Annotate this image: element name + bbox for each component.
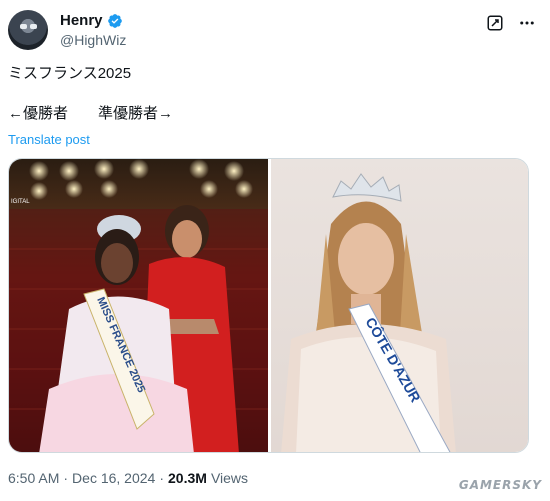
photo-winner[interactable]: MISS FRANCE 2025 IGITAL bbox=[9, 159, 268, 452]
meta-separator: · bbox=[63, 470, 69, 486]
avatar[interactable] bbox=[8, 10, 48, 50]
site-watermark: GAMERSKY bbox=[458, 478, 542, 492]
views-count: 20.3M bbox=[168, 470, 207, 486]
tweet-line-caption: ←優勝者 準優勝者→ bbox=[8, 105, 174, 122]
header-actions bbox=[486, 14, 536, 32]
translate-post-link[interactable]: Translate post bbox=[8, 132, 90, 147]
media-grid: MISS FRANCE 2025 IGITAL CÔTE D'AZUR bbox=[8, 158, 529, 453]
handle[interactable]: @HighWiz bbox=[60, 32, 126, 48]
runner-up-photo-illustration: CÔTE D'AZUR bbox=[281, 173, 456, 452]
verified-badge-icon bbox=[107, 13, 122, 28]
photo-runner-up[interactable]: CÔTE D'AZUR bbox=[271, 159, 528, 452]
grok-icon[interactable] bbox=[486, 14, 504, 32]
meta-separator: · bbox=[159, 470, 165, 486]
post-date[interactable]: Dec 16, 2024 bbox=[72, 470, 155, 486]
tweet-text: ミスフランス2025 ←優勝者 準優勝者→ bbox=[8, 64, 173, 124]
broadcast-overlay-text: IGITAL bbox=[11, 199, 30, 205]
more-icon[interactable] bbox=[518, 14, 536, 32]
post-time[interactable]: 6:50 AM bbox=[8, 470, 59, 486]
tweet-meta: 6:50 AM · Dec 16, 2024 · 20.3M Views bbox=[8, 470, 248, 486]
tweet-header: Henry @HighWiz bbox=[8, 10, 542, 50]
tweet-line-title: ミスフランス2025 bbox=[8, 65, 132, 82]
name-row: Henry bbox=[60, 12, 123, 29]
winner-photo-illustration: MISS FRANCE 2025 IGITAL bbox=[9, 159, 268, 452]
display-name[interactable]: Henry bbox=[60, 12, 103, 29]
views-label: Views bbox=[210, 470, 249, 486]
